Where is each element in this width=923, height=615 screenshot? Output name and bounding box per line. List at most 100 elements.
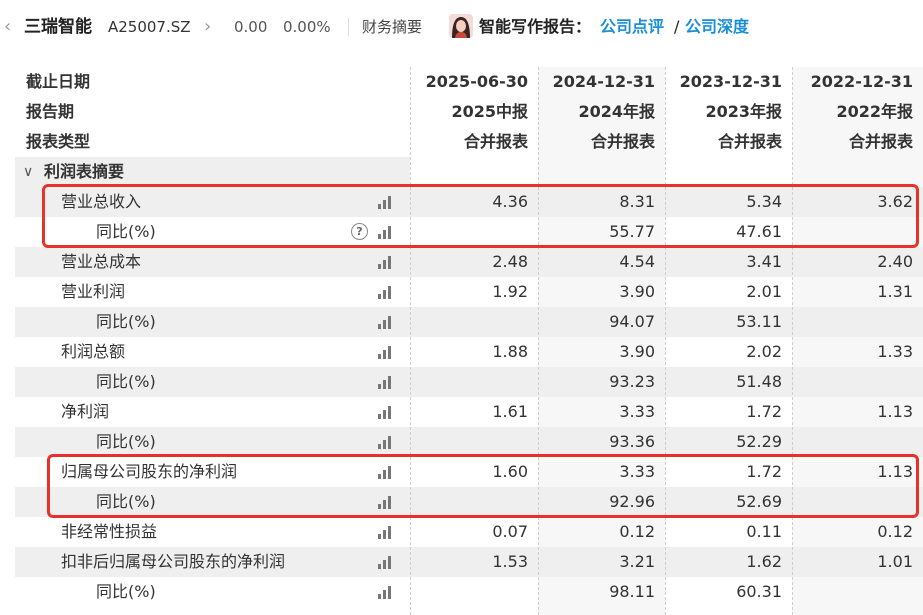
bar-chart-icon[interactable] — [378, 256, 394, 269]
value-cell — [410, 577, 528, 607]
header-value: 2023年报 — [705, 102, 782, 121]
row-label: 同比(%) — [96, 492, 156, 511]
company-depth-link[interactable]: 公司深度 — [685, 14, 749, 40]
ai-report-title: 智能写作报告： — [479, 17, 592, 36]
value-cell: 47.61 — [736, 222, 782, 241]
chevron-right-icon[interactable]: › — [204, 14, 211, 40]
table-row: 利润总额 1.88 3.90 2.02 1.33 — [15, 337, 923, 367]
header-value: 2025中报 — [451, 102, 528, 121]
section-row-income-statement[interactable]: ∨ 利润表摘要 — [15, 157, 923, 187]
bar-chart-icon[interactable] — [378, 496, 394, 509]
bar-chart-icon[interactable] — [378, 436, 394, 449]
help-icon[interactable]: ? — [351, 223, 368, 240]
value-cell: 0.12 — [877, 522, 913, 541]
value-cell — [410, 487, 528, 517]
header-value: 2024年报 — [578, 102, 655, 121]
row-label: 同比(%) — [96, 372, 156, 391]
company-review-link[interactable]: 公司点评 — [600, 14, 664, 40]
bar-chart-icon[interactable] — [378, 406, 394, 419]
column-separator — [538, 67, 539, 615]
bar-chart-icon[interactable] — [378, 286, 394, 299]
value-cell — [410, 427, 528, 457]
chevron-down-icon[interactable]: ∨ — [23, 157, 33, 187]
value-cell: 3.90 — [619, 342, 655, 361]
row-label: 营业总收入 — [61, 192, 142, 211]
value-cell: 1.33 — [877, 342, 913, 361]
bar-chart-icon[interactable] — [378, 376, 394, 389]
bar-chart-icon[interactable] — [378, 586, 394, 599]
header-value: 2022年报 — [836, 102, 913, 121]
column-separator — [410, 67, 411, 615]
value-cell: 1.61 — [492, 402, 528, 421]
header-value: 合并报表 — [590, 132, 655, 151]
table-row: 净利润 1.61 3.33 1.72 1.13 — [15, 397, 923, 427]
value-cell: 3.90 — [619, 282, 655, 301]
bar-chart-icon[interactable] — [378, 226, 394, 239]
value-cell: 60.31 — [736, 582, 782, 601]
value-cell: 3.62 — [877, 192, 913, 211]
table-row: 同比(%) 93.23 51.48 — [15, 367, 923, 397]
value-cell: 52.69 — [736, 492, 782, 511]
value-cell: 5.34 — [746, 192, 782, 211]
column-separator — [665, 67, 666, 615]
table-row: 营业总成本 2.48 4.54 3.41 2.40 — [15, 247, 923, 277]
value-cell: 4.54 — [619, 252, 655, 271]
value-cell: 0.11 — [746, 522, 782, 541]
bar-chart-icon[interactable] — [378, 526, 394, 539]
table-row: 营业利润 1.92 3.90 2.01 1.31 — [15, 277, 923, 307]
bar-chart-icon[interactable] — [378, 316, 394, 329]
price-change-percent: 0.00% — [283, 18, 331, 36]
table-row: 同比(%)? 55.77 47.61 — [15, 217, 923, 247]
header-label: 报表类型 — [26, 132, 91, 151]
header-label: 报告期 — [26, 102, 75, 121]
value-cell: 98.11 — [609, 582, 655, 601]
bar-chart-icon[interactable] — [378, 346, 394, 359]
chevron-left-icon[interactable]: ‹ — [4, 14, 11, 40]
value-cell: 3.33 — [619, 402, 655, 421]
section-column-cell — [665, 157, 792, 187]
row-label: 扣非后归属母公司股东的净利润 — [61, 552, 286, 571]
row-label: 营业总成本 — [61, 252, 142, 271]
value-cell: 52.29 — [736, 432, 782, 451]
row-label: 归属母公司股东的净利润 — [61, 462, 238, 481]
value-cell: 1.88 — [492, 342, 528, 361]
section-column-cell — [538, 157, 665, 187]
value-cell: 1.31 — [877, 282, 913, 301]
value-cell: 1.60 — [492, 462, 528, 481]
section-title: 利润表摘要 — [44, 162, 125, 181]
section-column-cell — [792, 157, 923, 187]
value-cell: 94.07 — [609, 312, 655, 331]
value-cell: 2.48 — [492, 252, 528, 271]
bar-chart-icon[interactable] — [378, 466, 394, 479]
row-label: 同比(%) — [96, 312, 156, 331]
value-cell — [792, 307, 913, 337]
bar-chart-icon[interactable] — [378, 556, 394, 569]
tab-financial-summary[interactable]: 财务摘要 — [362, 14, 422, 40]
value-cell — [410, 307, 528, 337]
table-row: 同比(%) 98.11 60.31 — [15, 577, 923, 607]
header-bar: ‹ 三瑞智能 A25007.SZ › 0.00 0.00% 财务摘要 智能写作报… — [0, 0, 923, 54]
header-value: 合并报表 — [717, 132, 782, 151]
bar-chart-icon[interactable] — [378, 196, 394, 209]
value-cell: 2.02 — [746, 342, 782, 361]
row-label: 同比(%) — [96, 432, 156, 451]
table-header-row: 截止日期 2025-06-30 2024-12-31 2023-12-31 2022-1… — [15, 67, 923, 97]
value-cell: 1.62 — [746, 552, 782, 571]
header-value: 2022-12-31 — [810, 72, 913, 91]
value-cell: 3.21 — [619, 552, 655, 571]
value-cell — [410, 367, 528, 397]
section-column-cell — [410, 157, 538, 187]
link-separator: / — [674, 17, 680, 36]
value-cell: 92.96 — [609, 492, 655, 511]
value-cell — [792, 427, 913, 457]
table-header-row: 报表类型 合并报表 合并报表 合并报表 合并报表 — [15, 127, 923, 157]
value-cell: 55.77 — [609, 222, 655, 241]
value-cell: 1.72 — [746, 462, 782, 481]
value-cell: 0.12 — [619, 522, 655, 541]
value-cell: 51.48 — [736, 372, 782, 391]
financial-table: 截止日期 2025-06-30 2024-12-31 2023-12-31 2022-1… — [15, 67, 923, 615]
value-cell — [792, 367, 913, 397]
table-row: 非经常性损益 0.07 0.12 0.11 0.12 — [15, 517, 923, 547]
header-value: 2023-12-31 — [679, 72, 782, 91]
value-cell: 4.36 — [492, 192, 528, 211]
